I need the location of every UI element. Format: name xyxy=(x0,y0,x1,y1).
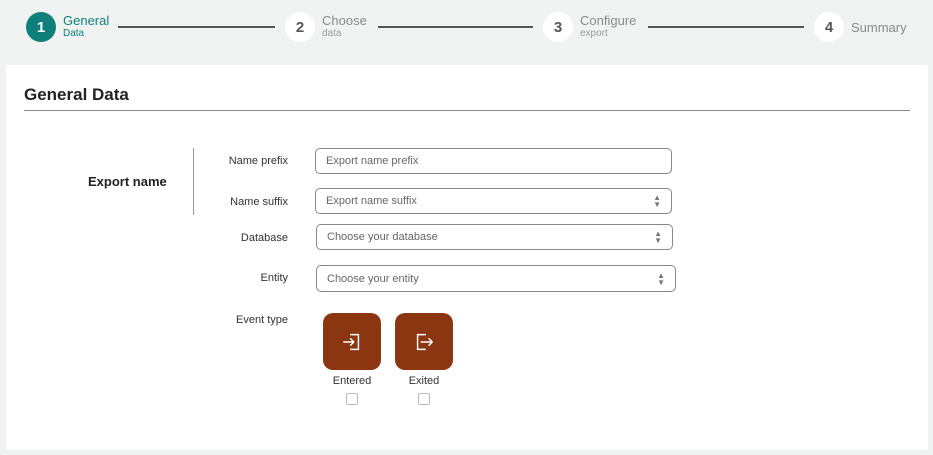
step-label: Summary xyxy=(851,19,907,35)
entity-select[interactable]: Choose your entity ▲ ▼ xyxy=(316,265,676,292)
logout-icon xyxy=(416,333,433,350)
stepper: 1 General Data 2 Choose data 3 Configure… xyxy=(0,0,933,60)
name-suffix-label: Name suffix xyxy=(230,196,288,208)
event-exited-checkbox[interactable] xyxy=(418,393,430,405)
select-arrows-icon: ▲ ▼ xyxy=(654,229,662,245)
name-prefix-input[interactable]: Export name prefix xyxy=(315,148,672,174)
title-divider xyxy=(24,110,910,111)
step-general-data[interactable]: 1 General Data xyxy=(26,12,109,42)
name-prefix-label: Name prefix xyxy=(228,155,288,167)
step-summary[interactable]: 4 Summary xyxy=(814,12,907,42)
step-sublabel: export xyxy=(580,28,608,39)
step-number: 2 xyxy=(285,12,315,42)
event-exited-label: Exited xyxy=(408,375,440,387)
entity-label: Entity xyxy=(260,272,288,284)
step-label: General xyxy=(63,13,110,28)
event-exited-button[interactable] xyxy=(395,313,453,370)
entity-placeholder: Choose your entity xyxy=(327,272,419,285)
step-connector xyxy=(378,26,533,28)
event-type-label: Event type xyxy=(236,314,288,326)
step-choose-data[interactable]: 2 Choose data xyxy=(285,12,367,42)
select-arrows-icon: ▲ ▼ xyxy=(653,193,661,209)
step-sublabel: Data xyxy=(63,28,85,39)
database-placeholder: Choose your database xyxy=(327,231,438,243)
step-number: 1 xyxy=(26,12,56,42)
card-title: General Data xyxy=(24,85,129,104)
general-data-card: General Data Export name Name prefix Exp… xyxy=(6,65,928,450)
name-suffix-placeholder: Export name suffix xyxy=(326,195,417,207)
event-entered-button[interactable] xyxy=(323,313,381,370)
database-select[interactable]: Choose your database ▲ ▼ xyxy=(316,224,673,250)
step-connector xyxy=(648,26,804,28)
event-entered-label: Entered xyxy=(332,375,372,387)
name-prefix-placeholder: Export name prefix xyxy=(326,155,419,167)
step-configure-export[interactable]: 3 Configure export xyxy=(543,12,636,42)
step-sublabel: data xyxy=(322,28,342,39)
login-icon xyxy=(343,333,360,350)
step-label: Configure xyxy=(580,13,637,28)
step-number: 3 xyxy=(543,12,573,42)
step-number: 4 xyxy=(814,12,844,42)
name-suffix-select[interactable]: Export name suffix ▲ ▼ xyxy=(315,188,672,214)
event-entered-checkbox[interactable] xyxy=(346,393,358,405)
step-label: Choose xyxy=(322,13,367,28)
select-arrows-icon: ▲ ▼ xyxy=(657,270,665,287)
database-label: Database xyxy=(240,232,288,244)
export-name-group-label: Export name xyxy=(88,174,167,189)
step-connector xyxy=(118,26,275,28)
